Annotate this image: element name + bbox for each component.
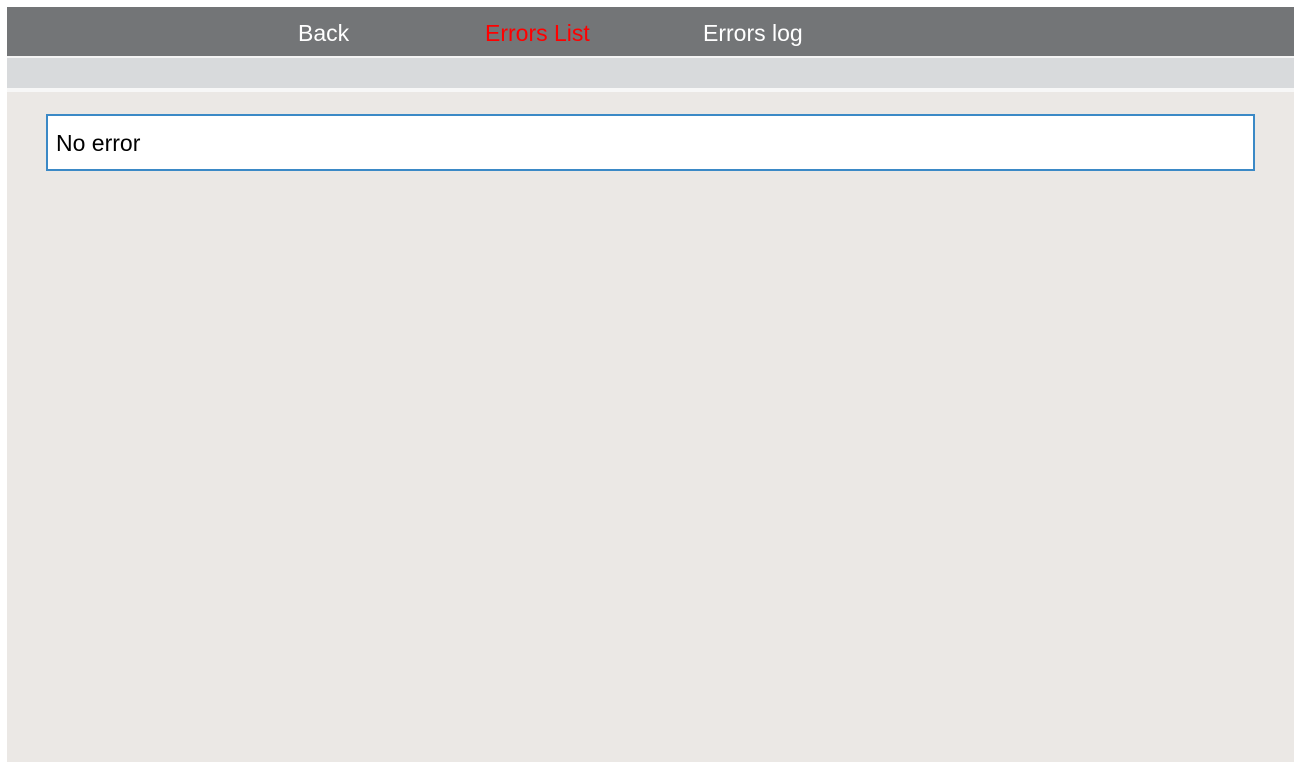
- top-nav-bar: Back Errors List Errors log: [7, 7, 1294, 56]
- tab-errors-list[interactable]: Errors List: [485, 19, 590, 47]
- error-list-panel: No error: [46, 114, 1255, 171]
- tab-errors-log[interactable]: Errors log: [703, 19, 803, 47]
- app-frame: Back Errors List Errors log No error: [7, 7, 1294, 762]
- error-message: No error: [56, 130, 141, 156]
- sub-toolbar: [7, 58, 1294, 88]
- subbar-divider: [7, 88, 1294, 92]
- back-button[interactable]: Back: [298, 19, 349, 47]
